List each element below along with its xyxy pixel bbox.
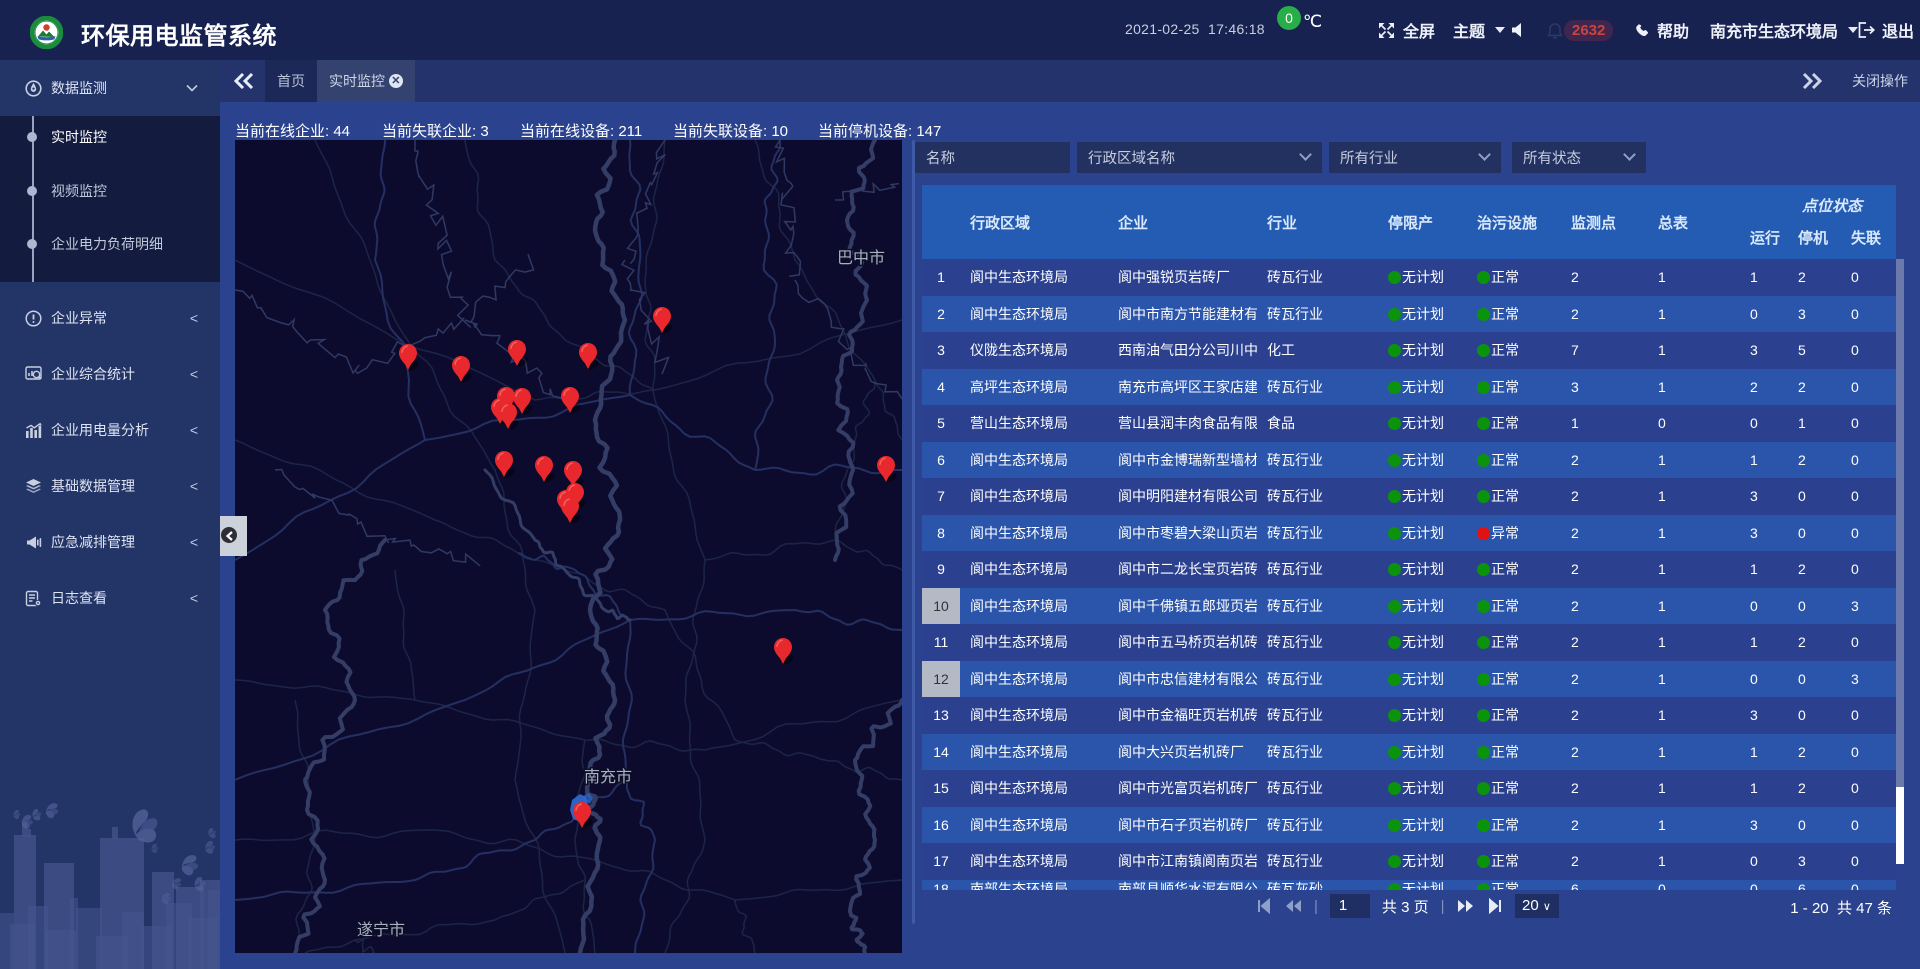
svg-text:南充市: 南充市 (584, 768, 632, 786)
svg-text:巴中市: 巴中市 (837, 249, 885, 267)
svg-text:遂宁市: 遂宁市 (357, 921, 405, 939)
